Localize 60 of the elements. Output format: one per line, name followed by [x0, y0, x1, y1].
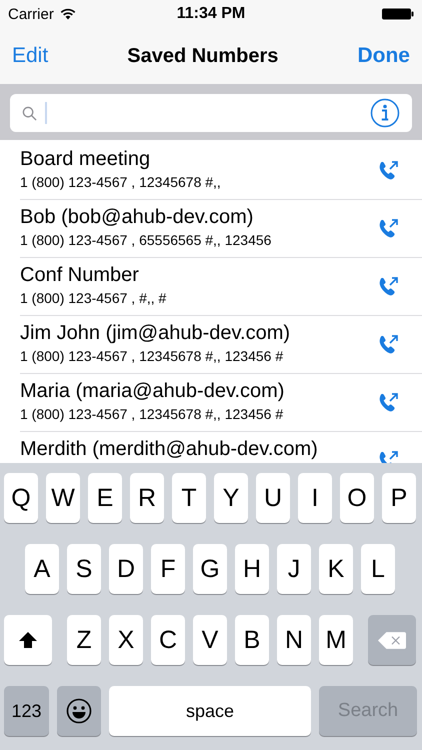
phone-number: 1 (800) 123-4567 , 12345678 #,,: [20, 174, 221, 190]
key[interactable]: G: [193, 544, 227, 594]
key[interactable]: A: [25, 544, 59, 594]
space-key[interactable]: space: [109, 686, 311, 736]
key[interactable]: N: [277, 615, 311, 665]
contact-name: Bob (bob@ahub-dev.com): [20, 206, 254, 229]
key[interactable]: Y: [214, 473, 248, 523]
search-icon: [22, 106, 37, 120]
key[interactable]: Z: [67, 615, 101, 665]
phone-number: 1 (800) 123-4567 , 65556565 #,, 123456: [20, 232, 272, 248]
key[interactable]: O: [340, 473, 374, 523]
key[interactable]: W: [46, 473, 80, 523]
key[interactable]: J: [277, 544, 311, 594]
shift-icon: [18, 631, 38, 649]
key[interactable]: B: [235, 615, 269, 665]
saved-number-row[interactable]: Bob (bob@ahub-dev.com) 1 (800) 123-4567 , 65556565 #,, 123456: [20, 200, 422, 258]
search-field[interactable]: [10, 94, 412, 132]
key[interactable]: X: [109, 615, 143, 665]
contact-name: Conf Number: [20, 264, 140, 287]
key[interactable]: K: [319, 544, 353, 594]
text-cursor: [45, 102, 47, 124]
saved-number-row[interactable]: Board meeting 1 (800) 123-4567 , 12345678 #,,: [20, 142, 422, 200]
key[interactable]: E: [88, 473, 122, 523]
done-button[interactable]: Done: [355, 44, 412, 68]
key[interactable]: H: [235, 544, 269, 594]
contact-name: Maria (maria@ahub-dev.com): [20, 380, 284, 403]
battery-icon: [382, 8, 414, 20]
edit-button[interactable]: Edit: [10, 44, 50, 68]
key[interactable]: I: [298, 473, 332, 523]
contact-name: Jim John (jim@ahub-dev.com): [20, 322, 290, 345]
key[interactable]: U: [256, 473, 290, 523]
saved-number-row[interactable]: Maria (maria@ahub-dev.com) 1 (800) 123-4567 , 12345678 #,, 123456 #: [20, 374, 422, 432]
key[interactable]: L: [361, 544, 395, 594]
phone-number: 1 (800) 123-4567 , #,, #: [20, 290, 166, 306]
key[interactable]: Q: [4, 473, 38, 523]
contact-name: Board meeting: [20, 148, 152, 171]
clock-time: 11:34 PM: [176, 5, 246, 23]
carrier-name: Carrier: [8, 6, 54, 22]
info-icon[interactable]: [370, 98, 400, 128]
key[interactable]: T: [172, 473, 206, 523]
emoji-icon: [66, 698, 92, 724]
backspace-icon: [378, 630, 406, 650]
saved-number-row[interactable]: Conf Number 1 (800) 123-4567 , #,, #: [20, 258, 422, 316]
emoji-key[interactable]: [57, 686, 101, 736]
phone-number: 1 (800) 123-4567 , 12345678 #,, 123456 #: [20, 406, 284, 422]
key[interactable]: S: [67, 544, 101, 594]
wifi-icon: [60, 8, 76, 20]
contact-name: Merdith (merdith@ahub-dev.com): [20, 438, 318, 461]
key[interactable]: C: [151, 615, 185, 665]
phone-number: 1 (800) 123-4567 , 12345678 #,, 123456 #: [20, 348, 284, 364]
key[interactable]: P: [382, 473, 416, 523]
key[interactable]: D: [109, 544, 143, 594]
key[interactable]: V: [193, 615, 227, 665]
saved-number-row[interactable]: Jim John (jim@ahub-dev.com) 1 (800) 123-4567 , 12345678 #,, 123456 #: [20, 316, 422, 374]
shift-key[interactable]: [4, 615, 52, 665]
key[interactable]: M: [319, 615, 353, 665]
key[interactable]: F: [151, 544, 185, 594]
key[interactable]: R: [130, 473, 164, 523]
screen-title: Saved Numbers: [127, 44, 278, 68]
numbers-key[interactable]: 123: [4, 686, 49, 736]
